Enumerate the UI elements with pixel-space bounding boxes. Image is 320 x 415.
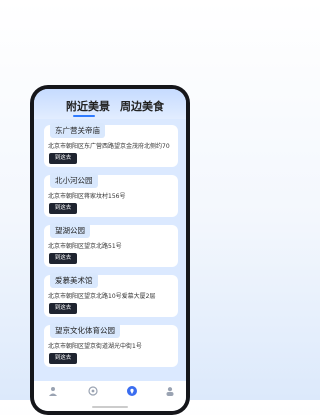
promo-header [0, 0, 225, 90]
profile-icon[interactable] [165, 386, 175, 396]
go-there-button[interactable]: 到这去 [49, 203, 77, 214]
phone-screen: 附近美景 周边美食 东广营关帝庙 北京市朝阳区东广营西路望京金茂府北侧约70 到… [34, 89, 186, 411]
place-name: 望京文化体育公园 [50, 323, 120, 338]
place-card[interactable]: 爱慕美术馆 北京市朝阳区望京北路10号爱慕大厦2层 到这去 [44, 273, 178, 317]
home-indicator [92, 406, 128, 408]
active-tab-indicator [73, 115, 95, 117]
place-address: 北京市朝阳区望京北路51号 [48, 243, 122, 250]
place-card[interactable]: 望京文化体育公园 北京市朝阳区望京街道湖光中街1号 到这去 [44, 323, 178, 367]
compass-icon[interactable] [88, 386, 98, 396]
place-name: 爱慕美术馆 [50, 273, 98, 288]
go-there-button[interactable]: 到这去 [49, 303, 77, 314]
place-address: 北京市朝阳区蒋家坟村156号 [48, 193, 126, 200]
tab-nearby-food[interactable]: 周边美食 [120, 98, 164, 114]
tab-bar: 附近美景 周边美食 [34, 89, 186, 119]
location-icon[interactable] [127, 386, 137, 396]
person-icon[interactable] [48, 386, 58, 396]
place-card[interactable]: 北小河公园 北京市朝阳区蒋家坟村156号 到这去 [44, 173, 178, 217]
go-there-button[interactable]: 到这去 [49, 353, 77, 364]
place-name: 望湖公园 [50, 223, 90, 238]
place-address: 北京市朝阳区望京街道湖光中街1号 [48, 343, 142, 350]
tab-nearby-sights[interactable]: 附近美景 [66, 98, 110, 114]
place-address: 北京市朝阳区望京北路10号爱慕大厦2层 [48, 293, 156, 300]
phone-mockup: 附近美景 周边美食 东广营关帝庙 北京市朝阳区东广营西路望京金茂府北侧约70 到… [30, 85, 190, 415]
place-card[interactable]: 望湖公园 北京市朝阳区望京北路51号 到这去 [44, 223, 178, 267]
place-name: 东广营关帝庙 [50, 123, 105, 138]
go-there-button[interactable]: 到这去 [49, 253, 77, 264]
place-card[interactable]: 东广营关帝庙 北京市朝阳区东广营西路望京金茂府北侧约70 到这去 [44, 123, 178, 167]
place-address: 北京市朝阳区东广营西路望京金茂府北侧约70 [48, 143, 170, 150]
go-there-button[interactable]: 到这去 [49, 153, 77, 164]
place-name: 北小河公园 [50, 173, 98, 188]
